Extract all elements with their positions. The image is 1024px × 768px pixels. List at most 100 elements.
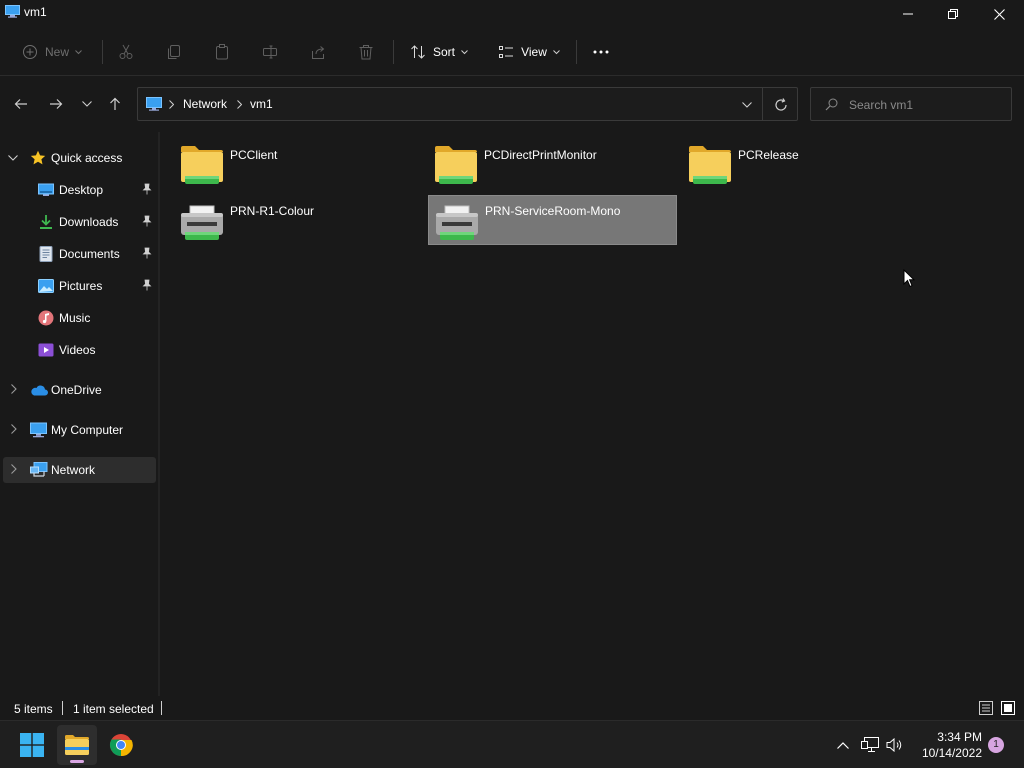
- back-button[interactable]: [9, 92, 33, 116]
- arrow-up-icon: [110, 97, 120, 110]
- active-indicator: [70, 760, 84, 763]
- clock[interactable]: 3:34 PM 10/14/2022: [912, 729, 982, 761]
- music-icon: [38, 310, 54, 326]
- search-box[interactable]: [810, 87, 1012, 121]
- network-status-icon: [861, 737, 879, 752]
- nav-item-music[interactable]: Music: [3, 305, 156, 331]
- nav-label-downloads: Downloads: [59, 215, 119, 229]
- recent-locations-button[interactable]: [75, 92, 99, 116]
- shared-printer-icon: [436, 205, 478, 240]
- search-input[interactable]: [849, 96, 999, 114]
- up-button[interactable]: [103, 92, 127, 116]
- cut-button[interactable]: [112, 36, 140, 68]
- nav-label-documents: Documents: [59, 247, 120, 261]
- nav-item-videos[interactable]: Videos: [3, 337, 156, 363]
- computer-icon: [30, 422, 47, 438]
- file-tile[interactable]: PCRelease: [681, 139, 930, 189]
- nav-item-pictures[interactable]: Pictures: [3, 273, 156, 299]
- desktop-icon: [38, 183, 54, 196]
- copy-button[interactable]: [160, 36, 188, 68]
- breadcrumb-vm1[interactable]: vm1: [250, 97, 273, 111]
- file-tile[interactable]: PRN-R1-Colour: [173, 195, 422, 245]
- view-label: View: [521, 45, 547, 59]
- new-button[interactable]: New: [16, 36, 88, 68]
- file-tile[interactable]: PCDirectPrintMonitor: [427, 139, 676, 189]
- file-tile[interactable]: PCClient: [173, 139, 422, 189]
- delete-button[interactable]: [352, 36, 380, 68]
- more-options-button[interactable]: [586, 36, 616, 68]
- chevron-right-icon: [11, 384, 17, 394]
- nav-item-documents[interactable]: Documents: [3, 241, 156, 267]
- network-computer-icon: [146, 97, 162, 111]
- restore-button[interactable]: [930, 0, 976, 28]
- view-button[interactable]: View: [490, 36, 568, 68]
- nav-label-pictures: Pictures: [59, 279, 103, 293]
- nav-label-network: Network: [51, 463, 96, 477]
- nav-label-desktop: Desktop: [59, 183, 104, 197]
- paste-button[interactable]: [208, 36, 236, 68]
- clock-date: 10/14/2022: [921, 746, 982, 760]
- paste-icon: [216, 44, 228, 60]
- pin-icon: [142, 247, 152, 259]
- address-bar[interactable]: Network vm1: [137, 87, 798, 121]
- nav-item-downloads[interactable]: Downloads: [3, 209, 156, 235]
- volume-button[interactable]: [885, 735, 905, 755]
- minimize-button[interactable]: [885, 0, 931, 28]
- star-icon: [30, 150, 46, 165]
- toolbar-separator: [576, 40, 577, 64]
- pin-icon: [142, 279, 152, 291]
- notification-badge[interactable]: 1: [988, 737, 1004, 753]
- breadcrumb-network[interactable]: Network: [183, 97, 227, 111]
- nav-item-network[interactable]: Network: [3, 457, 156, 483]
- status-divider: [62, 701, 63, 715]
- share-icon: [312, 46, 325, 59]
- address-history-button[interactable]: [737, 97, 757, 113]
- copy-icon: [168, 45, 180, 59]
- nav-label-quick-access: Quick access: [51, 151, 123, 165]
- nav-label-my-computer: My Computer: [51, 423, 124, 437]
- nav-quick-access[interactable]: Quick access: [3, 145, 156, 171]
- shared-folder-icon: [689, 146, 731, 184]
- show-hidden-icons-button[interactable]: [834, 735, 852, 755]
- tiles-view-icon: [1001, 701, 1015, 715]
- nav-item-my-computer[interactable]: My Computer: [3, 417, 156, 443]
- nav-item-desktop[interactable]: Desktop: [3, 177, 156, 203]
- address-divider: [762, 88, 763, 120]
- network-icon: [30, 462, 48, 477]
- cloud-icon: [31, 385, 48, 396]
- file-name: PCClient: [230, 148, 278, 162]
- chrome-icon: [110, 734, 133, 757]
- rename-button[interactable]: [256, 36, 284, 68]
- nav-item-onedrive[interactable]: OneDrive: [3, 377, 156, 403]
- taskbar-file-explorer[interactable]: [57, 725, 97, 765]
- chevron-down-icon: [8, 155, 18, 161]
- more-icon: [593, 50, 609, 54]
- tiles-view-button[interactable]: [999, 699, 1017, 717]
- shared-folder-icon: [435, 146, 477, 184]
- chevron-right-icon: [169, 100, 174, 109]
- close-button[interactable]: [976, 0, 1022, 28]
- windows-logo-icon: [20, 733, 44, 757]
- file-tile-selected[interactable]: PRN-ServiceRoom-Mono: [428, 195, 677, 245]
- file-name: PCRelease: [738, 148, 799, 162]
- sort-label: Sort: [432, 45, 455, 59]
- toolbar-separator: [102, 40, 103, 64]
- mouse-cursor-icon: [903, 269, 915, 288]
- toolbar-separator: [393, 40, 394, 64]
- close-icon: [993, 8, 1005, 20]
- view-list-icon: [499, 46, 514, 58]
- share-button[interactable]: [304, 36, 332, 68]
- navigation-pane: Quick access Desktop Downloads Documents…: [0, 132, 158, 696]
- refresh-button[interactable]: [771, 96, 791, 114]
- sort-button[interactable]: Sort: [402, 36, 476, 68]
- taskbar-chrome[interactable]: [101, 725, 141, 765]
- start-button[interactable]: [12, 725, 52, 765]
- status-bar: 5 items 1 item selected: [0, 696, 1024, 720]
- forward-button[interactable]: [44, 92, 68, 116]
- details-view-button[interactable]: [977, 699, 995, 717]
- network-status-button[interactable]: [860, 735, 880, 755]
- chevron-right-icon: [237, 100, 242, 109]
- nav-label-onedrive: OneDrive: [51, 383, 102, 397]
- rename-icon: [263, 45, 277, 59]
- chevron-down-icon: [82, 101, 92, 107]
